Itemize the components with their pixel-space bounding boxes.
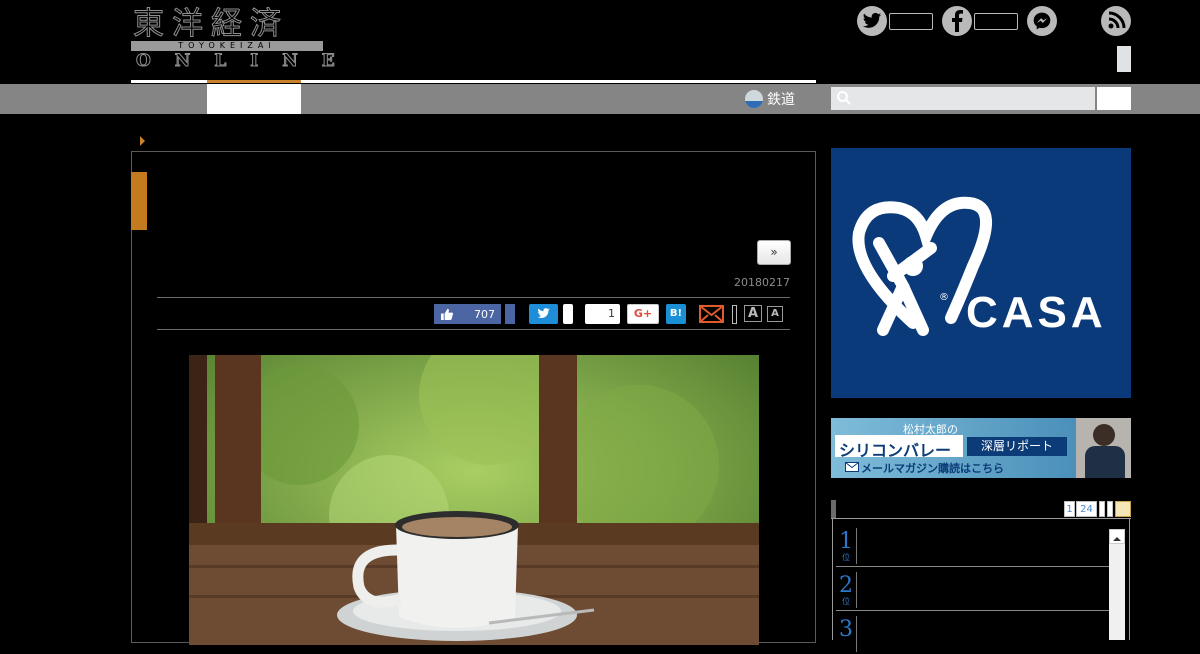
ranking-header-accent — [831, 500, 836, 518]
scroll-up-icon[interactable] — [1109, 529, 1125, 544]
mail-icon[interactable] — [699, 305, 724, 327]
twitter-icon[interactable] — [857, 6, 887, 36]
gplus-count: 1 — [585, 304, 620, 324]
rss-icon[interactable] — [1101, 6, 1131, 36]
twitter-share-count — [563, 304, 573, 324]
share-divider-bottom — [157, 329, 790, 330]
messenger-icon[interactable] — [1027, 6, 1057, 36]
share-divider-top — [157, 297, 790, 298]
ranking-tab-1[interactable]: 1 — [1064, 501, 1075, 517]
ranking-tab-24[interactable]: 24 — [1076, 501, 1097, 517]
twitter-share-button[interactable] — [529, 304, 558, 324]
rank-suffix: 位 — [842, 553, 850, 562]
print-button[interactable] — [732, 305, 737, 324]
rank-separator — [856, 572, 857, 608]
banner-line3: 深層リポート — [967, 437, 1067, 456]
banner-line2: シリコンバレー — [839, 441, 952, 460]
rank-number: 3 — [839, 617, 853, 642]
ranking-scrollbar[interactable] — [1109, 529, 1125, 640]
twitter-count — [889, 13, 933, 30]
next-page-button[interactable]: » — [757, 240, 791, 265]
casa-registered: ® — [939, 292, 949, 303]
rank-number: 1 — [839, 529, 853, 554]
rank-suffix: 位 — [842, 597, 850, 606]
nav-rail-label: 鉄道 — [767, 92, 795, 108]
nav-rail-link[interactable]: 鉄道 — [745, 86, 795, 112]
train-icon — [745, 90, 763, 108]
ranking-item[interactable]: 3 — [836, 610, 1109, 654]
rank-number: 2 — [839, 573, 853, 598]
banner-line4: メールマガジン購読はこちら — [861, 462, 1004, 475]
facebook-icon[interactable] — [942, 6, 972, 36]
facebook-count — [974, 13, 1018, 30]
rank-separator — [856, 528, 857, 564]
font-small-button[interactable]: A — [767, 306, 783, 322]
casa-brand: CASA — [966, 288, 1107, 337]
facebook-like-button[interactable]: 707 — [434, 304, 501, 324]
mail-icon — [845, 462, 859, 472]
gplus-button[interactable]: G+ — [627, 304, 659, 324]
ranking-tab-month[interactable] — [1107, 501, 1113, 517]
facebook-share-button[interactable] — [505, 304, 515, 324]
logo-japanese[interactable]: 東洋経済 — [133, 5, 289, 43]
ranking-list-icon[interactable] — [1115, 501, 1131, 517]
hatena-bookmark-button[interactable]: B! — [666, 304, 686, 324]
nav-tab-accent — [207, 80, 301, 83]
like-count: 707 — [474, 307, 495, 321]
menu-button[interactable] — [1117, 46, 1131, 72]
ranking-item[interactable]: 1 位 — [836, 522, 1109, 567]
article-photo — [189, 355, 759, 645]
thumbs-up-icon — [440, 308, 453, 320]
breadcrumb-arrow-icon — [140, 136, 145, 146]
logo-subtitle: TOYOKEIZAI — [131, 41, 323, 51]
article-title-accent — [131, 172, 147, 230]
search-button[interactable] — [1097, 87, 1131, 110]
casa-ad[interactable]: CASA ® — [831, 148, 1131, 398]
rank-separator — [856, 616, 857, 652]
font-large-button[interactable]: A — [744, 305, 762, 322]
search-input[interactable] — [831, 87, 1095, 110]
logo-english[interactable]: ONLINE — [136, 51, 359, 72]
article-date: 20180217 — [734, 276, 790, 289]
twitter-icon — [537, 308, 550, 319]
nav-tab-active[interactable] — [207, 84, 301, 114]
newsletter-banner[interactable]: 松村太郎の シリコンバレー 深層リポート メールマガジン購読はこちら — [831, 418, 1131, 478]
ranking-item[interactable]: 2 位 — [836, 566, 1109, 611]
ranking-tab-week[interactable] — [1099, 501, 1105, 517]
search-icon — [836, 90, 852, 110]
